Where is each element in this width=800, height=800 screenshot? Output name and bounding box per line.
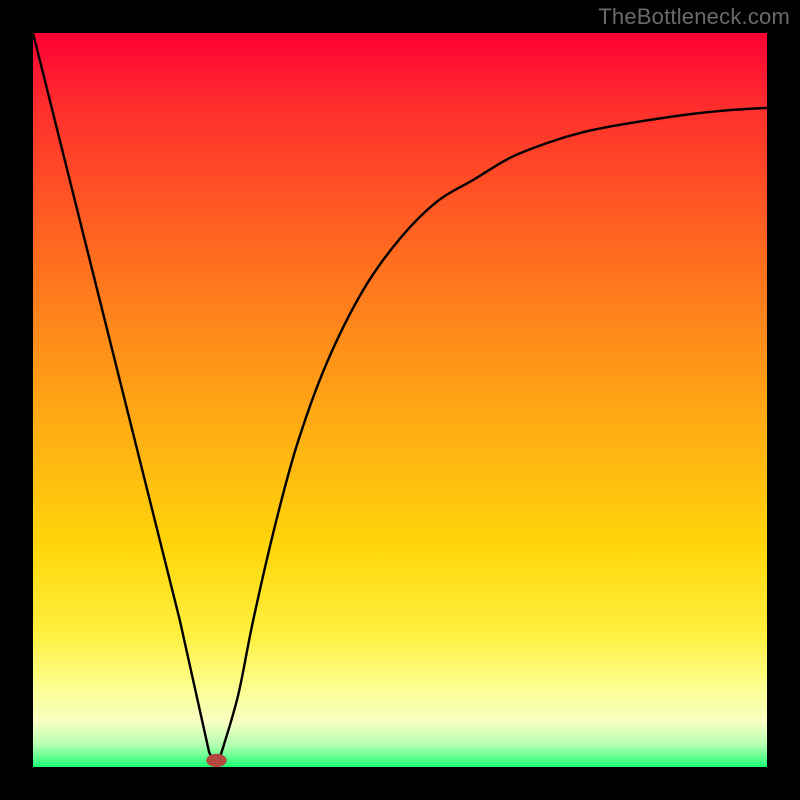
minimum-marker [206, 754, 227, 767]
plot-area [33, 33, 767, 767]
bottleneck-curve [33, 33, 767, 767]
chart-frame: TheBottleneck.com [0, 0, 800, 800]
attribution-watermark: TheBottleneck.com [598, 4, 790, 30]
curve-left-branch [33, 33, 217, 767]
curve-right-branch [217, 108, 768, 767]
